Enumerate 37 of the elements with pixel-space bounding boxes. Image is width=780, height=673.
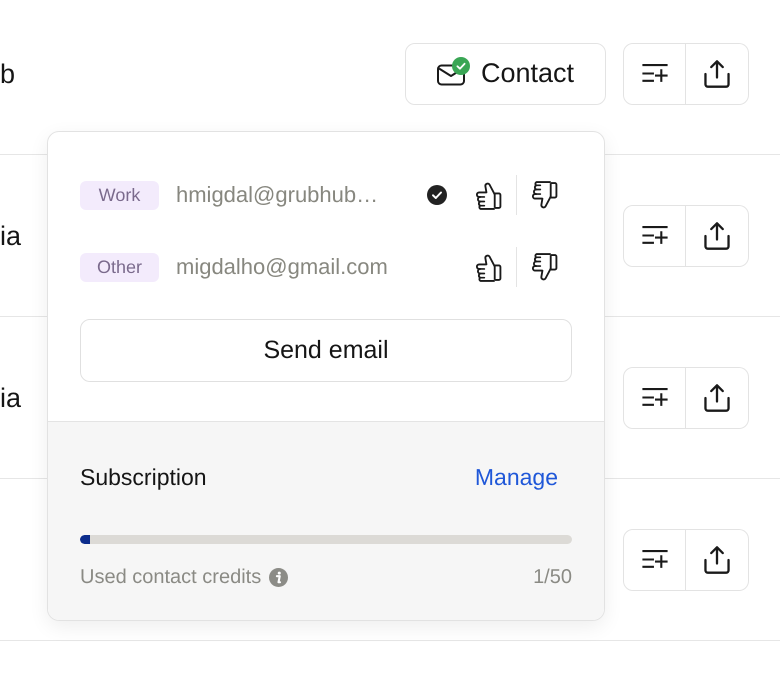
share-button[interactable] [686,528,749,590]
row-title: ia [0,382,22,414]
email-address: migdalho@gmail.com [176,254,389,280]
row-title: ia [0,220,22,252]
send-email-button[interactable]: Send email [80,319,572,382]
add-to-list-button[interactable] [623,42,686,104]
thumbs-down-icon [531,180,558,210]
row-title: b [0,58,16,90]
list-plus-icon [640,225,668,246]
add-to-list-button[interactable] [623,528,686,590]
envelope-icon [436,64,465,86]
email-type-tag: Work [80,180,159,210]
email-address: hmigdal@grubhub… [176,182,380,208]
share-icon [702,544,732,574]
thumbs-down-icon [531,252,558,282]
thumbs-up-icon [474,252,502,282]
share-icon [702,220,732,250]
credits-count: 1/50 [533,566,572,589]
list-plus-icon [640,63,668,84]
share-icon [702,382,732,412]
share-button[interactable] [686,204,749,266]
share-button[interactable] [686,366,749,428]
thumbs-down-button[interactable] [529,250,560,284]
list-plus-icon [640,549,668,570]
share-button[interactable] [686,42,749,104]
add-to-list-button[interactable] [623,204,686,266]
list-plus-icon [640,387,668,408]
add-to-list-button[interactable] [623,366,686,428]
subscription-title: Subscription [80,464,207,491]
thumbs-down-button[interactable] [529,178,560,212]
email-type-tag: Other [80,252,159,282]
credits-label: Used contact credits [80,566,262,589]
contact-button[interactable]: Contact [405,42,606,104]
info-icon [269,568,288,587]
manage-link[interactable]: Manage [474,464,558,491]
thumbs-up-icon [474,180,502,210]
share-icon [702,58,732,88]
